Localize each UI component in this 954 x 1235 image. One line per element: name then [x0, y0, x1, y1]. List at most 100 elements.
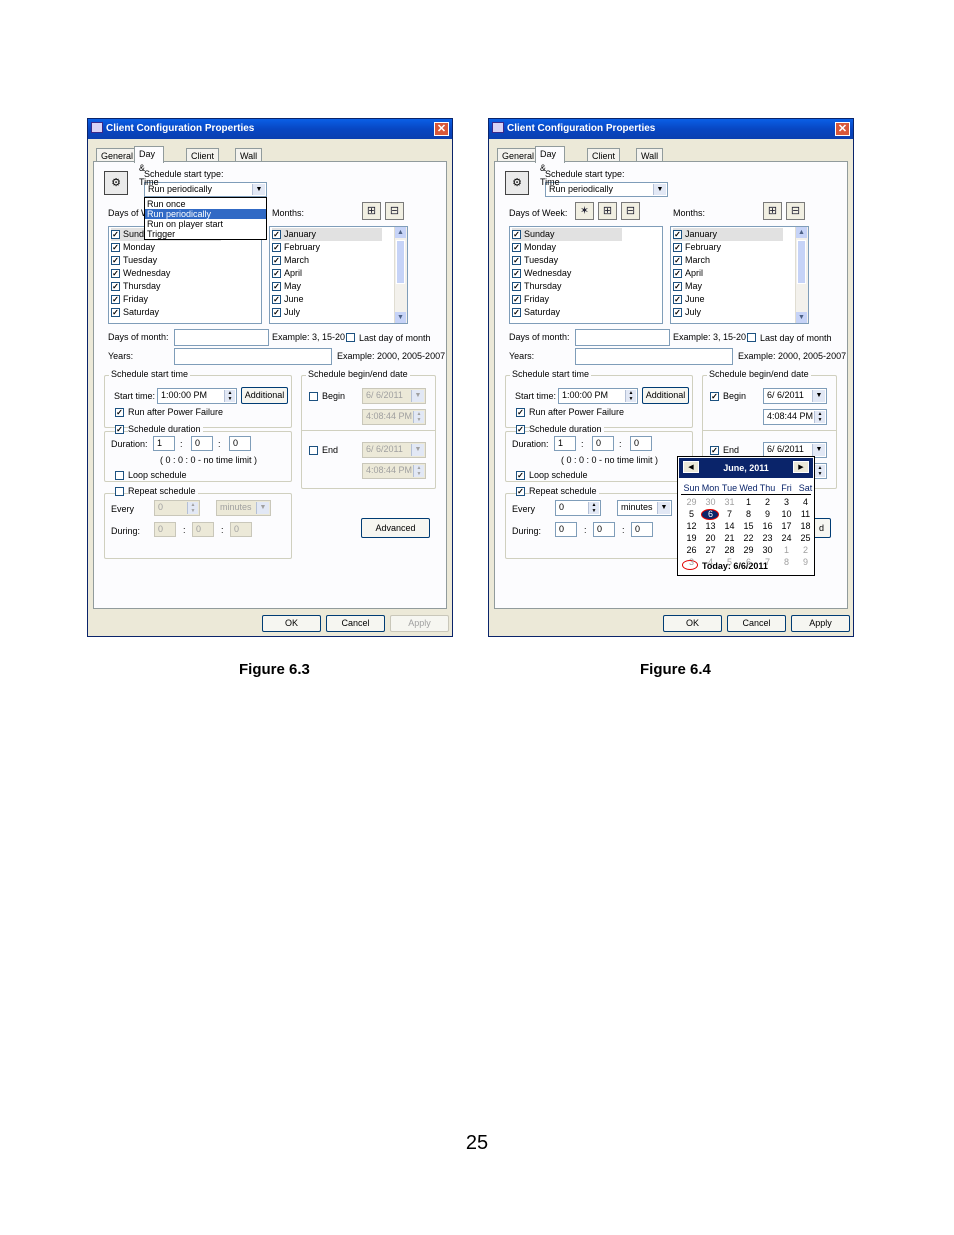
- calendar-day[interactable]: 18: [796, 521, 815, 532]
- spin-down-icon[interactable]: ▼: [417, 471, 422, 477]
- schedule-duration-checkbox[interactable]: ✓: [516, 425, 525, 434]
- calendar-day[interactable]: 24: [777, 533, 796, 544]
- calendar-day[interactable]: 3: [682, 557, 701, 568]
- close-button[interactable]: ✕: [835, 122, 850, 136]
- tab-day-time[interactable]: Day & Time: [134, 146, 164, 187]
- calendar-day[interactable]: 27: [701, 545, 720, 556]
- scroll-up-icon[interactable]: ▲: [395, 227, 406, 238]
- scroll-down-icon[interactable]: ▼: [395, 312, 406, 323]
- menu-item-run-on-player-start[interactable]: Run on player start: [145, 219, 266, 229]
- calendar-day[interactable]: 29: [739, 545, 758, 556]
- begin-checkbox[interactable]: ✓: [710, 392, 719, 401]
- apply-button[interactable]: Apply: [390, 615, 449, 632]
- dropdown-icon[interactable]: ▼: [411, 390, 424, 402]
- advanced-button[interactable]: Advanced: [361, 518, 430, 538]
- months-scrollbar[interactable]: ▲ ▼: [394, 227, 407, 323]
- prev-month-icon[interactable]: ◀: [683, 461, 699, 473]
- calendar-day[interactable]: 16: [758, 521, 777, 532]
- checkbox[interactable]: ✓: [272, 282, 281, 291]
- scroll-thumb[interactable]: [396, 240, 405, 284]
- dropdown-icon[interactable]: ▼: [657, 502, 670, 514]
- tab-client-filter[interactable]: Client Filter: [587, 148, 621, 175]
- every-input[interactable]: 0 ▲ ▼: [154, 500, 200, 516]
- calendar-day[interactable]: 29: [682, 497, 701, 508]
- calendar-day[interactable]: 11: [796, 509, 815, 520]
- close-button[interactable]: ✕: [434, 122, 449, 136]
- apply-button[interactable]: Apply: [791, 615, 850, 632]
- calendar-day[interactable]: 25: [796, 533, 815, 544]
- dropdown-icon[interactable]: ▼: [256, 502, 269, 514]
- end-checkbox[interactable]: [309, 446, 318, 455]
- add-all-months-icon[interactable]: ⊞: [763, 202, 782, 220]
- during-seconds-input[interactable]: 0: [631, 522, 653, 537]
- calendar-day[interactable]: 2: [758, 497, 777, 508]
- spin-down-icon[interactable]: ▼: [592, 508, 597, 514]
- months-scrollbar[interactable]: ▲ ▼: [795, 227, 808, 323]
- menu-item-run-periodically[interactable]: Run periodically: [145, 209, 266, 219]
- duration-minutes-input[interactable]: 0: [592, 436, 614, 451]
- ok-button[interactable]: OK: [262, 615, 321, 632]
- loop-schedule-checkbox[interactable]: [115, 471, 124, 480]
- scroll-thumb[interactable]: [797, 240, 806, 284]
- dropdown-icon[interactable]: ▼: [653, 184, 666, 195]
- calendar-day[interactable]: 30: [701, 497, 720, 508]
- checkbox[interactable]: ✓: [673, 256, 682, 265]
- calendar-day[interactable]: 31: [720, 497, 739, 508]
- checkbox[interactable]: ✓: [673, 230, 682, 239]
- end-time-input[interactable]: 4:08:44 PM ▲ ▼: [362, 463, 426, 479]
- add-all-days-icon[interactable]: ⊞: [598, 202, 617, 220]
- calendar-day[interactable]: 13: [701, 521, 720, 532]
- calendar-day[interactable]: 6: [701, 509, 720, 520]
- checkbox[interactable]: ✓: [512, 308, 521, 317]
- calendar-day[interactable]: 20: [701, 533, 720, 544]
- spin-down-icon[interactable]: ▼: [818, 471, 823, 477]
- calendar-day[interactable]: 1: [777, 545, 796, 556]
- checkbox[interactable]: ✓: [272, 256, 281, 265]
- checkbox[interactable]: ✓: [673, 243, 682, 252]
- tab-wall[interactable]: Wall: [636, 148, 664, 162]
- duration-seconds-input[interactable]: 0: [229, 436, 251, 451]
- last-day-of-month-checkbox[interactable]: [346, 333, 355, 342]
- calendar-day[interactable]: 7: [758, 557, 777, 568]
- years-input[interactable]: [575, 348, 733, 365]
- last-day-of-month-checkbox[interactable]: [747, 333, 756, 342]
- duration-seconds-input[interactable]: 0: [630, 436, 652, 451]
- calendar-day[interactable]: 9: [796, 557, 815, 568]
- menu-item-run-once[interactable]: Run once: [145, 199, 266, 209]
- list-item[interactable]: ✓ January: [673, 228, 783, 241]
- begin-checkbox[interactable]: [309, 392, 318, 401]
- calendar-day[interactable]: 12: [682, 521, 701, 532]
- checkbox[interactable]: ✓: [512, 256, 521, 265]
- repeat-schedule-checkbox[interactable]: ✓: [516, 487, 525, 496]
- checkbox[interactable]: ✓: [512, 230, 521, 239]
- dropdown-icon[interactable]: ▼: [812, 444, 825, 456]
- days-of-month-input[interactable]: [174, 329, 269, 346]
- repeat-schedule-checkbox[interactable]: [115, 487, 124, 496]
- scroll-down-icon[interactable]: ▼: [796, 312, 807, 323]
- schedule-start-type-select[interactable]: Run periodically ▼: [545, 182, 668, 197]
- end-checkbox[interactable]: ✓: [710, 446, 719, 455]
- remove-all-months-icon[interactable]: ⊟: [786, 202, 805, 220]
- every-unit-select[interactable]: minutes ▼: [617, 500, 672, 516]
- begin-time-spinner-icon[interactable]: ▲ ▼: [814, 411, 825, 423]
- duration-hours-input[interactable]: 1: [554, 436, 576, 451]
- remove-all-months-icon[interactable]: ⊟: [385, 202, 404, 220]
- calendar-day[interactable]: 1: [739, 497, 758, 508]
- calendar-day[interactable]: 4: [701, 557, 720, 568]
- calendar-day[interactable]: 30: [758, 545, 777, 556]
- cancel-button[interactable]: Cancel: [326, 615, 385, 632]
- years-input[interactable]: [174, 348, 332, 365]
- calendar-day[interactable]: 5: [720, 557, 739, 568]
- checkbox[interactable]: ✓: [111, 256, 120, 265]
- checkbox[interactable]: ✓: [272, 308, 281, 317]
- calendar-day[interactable]: 8: [777, 557, 796, 568]
- calendar-day[interactable]: 2: [796, 545, 815, 556]
- end-time-input[interactable]: ▲ ▼: [813, 463, 827, 479]
- calendar-day[interactable]: 8: [739, 509, 758, 520]
- checkbox[interactable]: ✓: [673, 295, 682, 304]
- spin-down-icon[interactable]: ▼: [629, 396, 634, 402]
- calendar-day[interactable]: 9: [758, 509, 777, 520]
- during-hours-input[interactable]: 0: [555, 522, 577, 537]
- calendar-day[interactable]: 22: [739, 533, 758, 544]
- checkbox[interactable]: ✓: [272, 243, 281, 252]
